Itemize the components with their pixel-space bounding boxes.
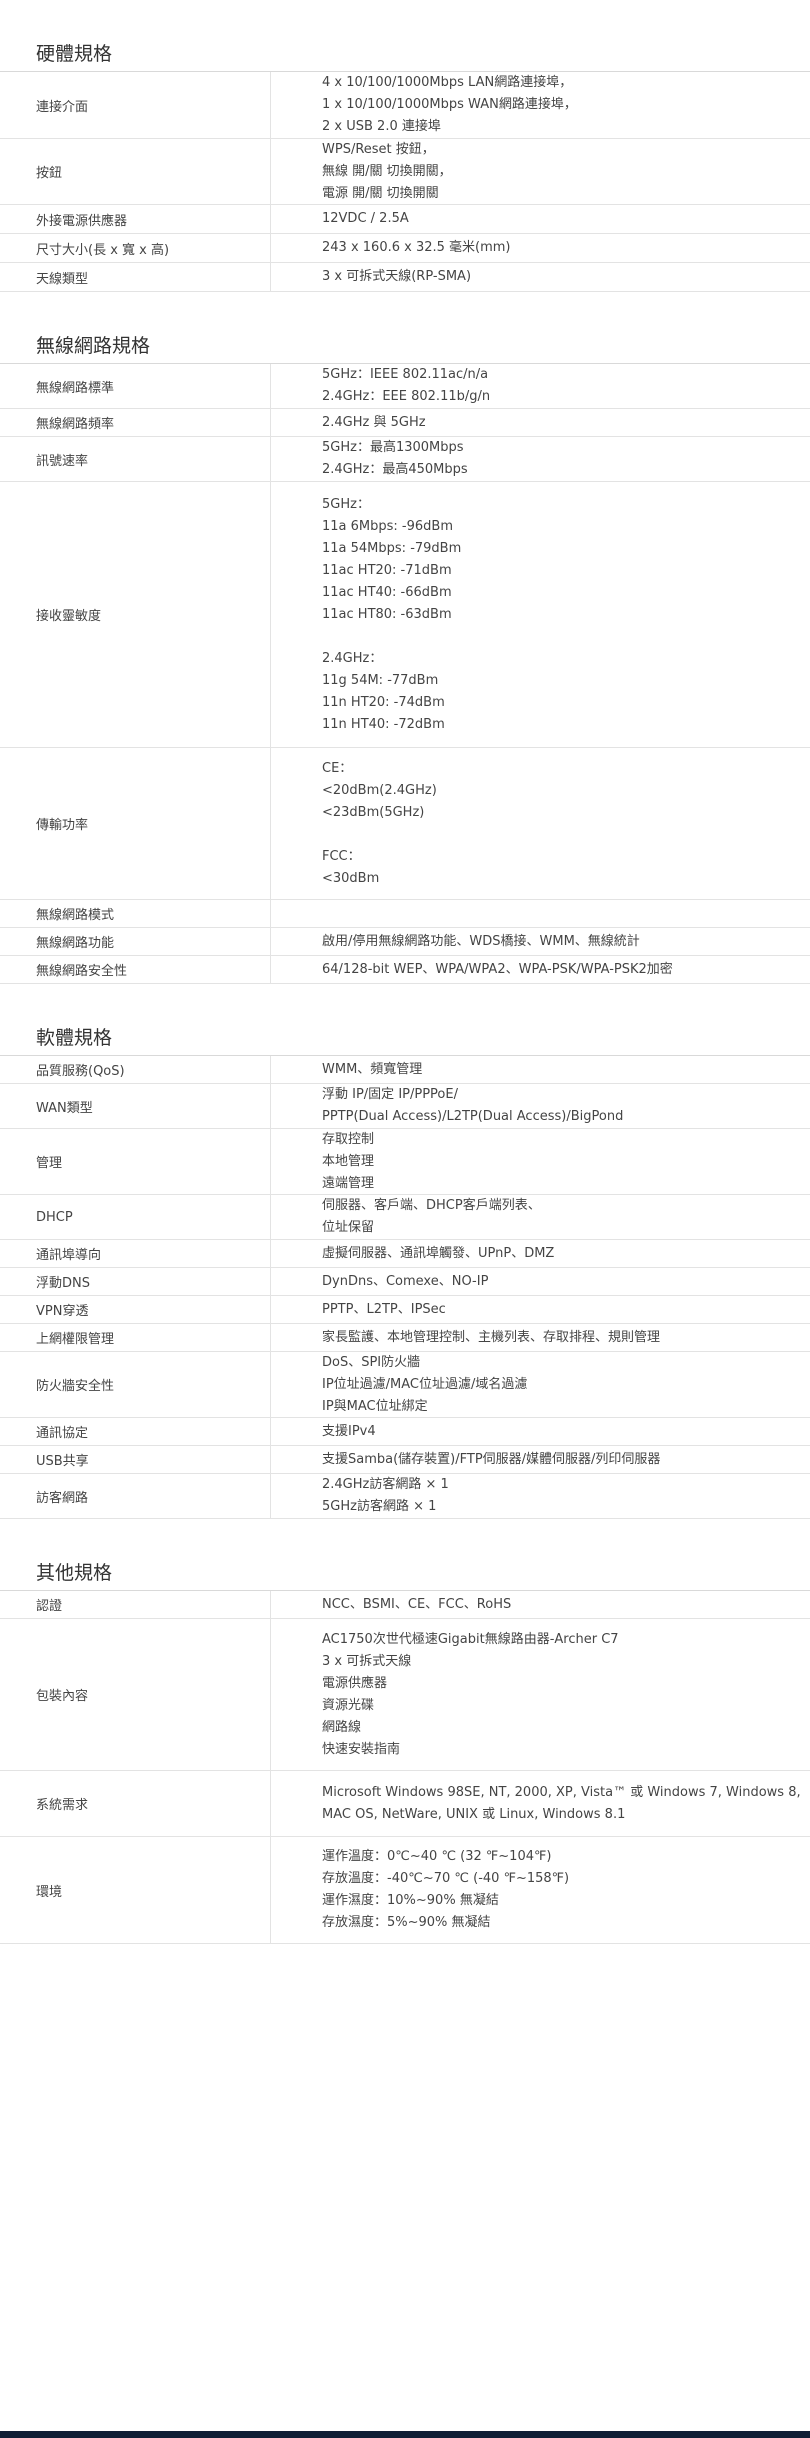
row-label: 無線網路模式: [0, 900, 271, 927]
row-label: 無線網路功能: [0, 928, 271, 955]
row-label: 連接介面: [0, 72, 271, 138]
table-row: 上網權限管理 家長監護、本地管理控制、主機列表、存取排程、規則管理: [0, 1324, 810, 1352]
row-label: 浮動DNS: [0, 1268, 271, 1295]
table-row: 認證 NCC、BSMI、CE、FCC、RoHS: [0, 1591, 810, 1619]
row-value: [271, 900, 810, 927]
row-value: 存取控制 本地管理 遠端管理: [322, 1131, 375, 1191]
table-row: 訊號速率 5GHz：最高1300Mbps 2.4GHz：最高450Mbps: [0, 437, 810, 482]
row-value: NCC、BSMI、CE、FCC、RoHS: [322, 1596, 512, 1612]
table-row: 連接介面 4 x 10/100/1000Mbps LAN網路連接埠， 1 x 1…: [0, 72, 810, 139]
section-title: 軟體規格: [0, 1020, 810, 1056]
table-row: 無線網路標準 5GHz：IEEE 802.11ac/n/a 2.4GHz：EEE…: [0, 364, 810, 409]
row-label: 通訊協定: [0, 1418, 271, 1445]
table-row: 品質服務(QoS) WMM、頻寬管理: [0, 1056, 810, 1084]
section-wireless: 無線網路規格 無線網路標準 5GHz：IEEE 802.11ac/n/a 2.4…: [0, 328, 810, 984]
row-value: 支援Samba(儲存裝置)/FTP伺服器/媒體伺服器/列印伺服器: [322, 1451, 661, 1467]
table-row: 防火牆安全性 DoS、SPI防火牆 IP位址過濾/MAC位址過濾/域名過濾 IP…: [0, 1352, 810, 1418]
row-label: 訪客網路: [0, 1474, 271, 1518]
row-label: VPN穿透: [0, 1296, 271, 1323]
table-row: 無線網路安全性 64/128-bit WEP、WPA/WPA2、WPA-PSK/…: [0, 956, 810, 984]
row-label: WAN類型: [0, 1084, 271, 1128]
row-label: 傳輸功率: [0, 748, 271, 899]
row-label: 尺寸大小(長 x 寬 x 高): [0, 234, 271, 262]
table-row: 按鈕 WPS/Reset 按鈕， 無線 開/關 切換開關， 電源 開/關 切換開…: [0, 139, 810, 205]
row-label: 防火牆安全性: [0, 1352, 271, 1417]
table-row: 接收靈敏度 5GHz： 11a 6Mbps: -96dBm 11a 54Mbps…: [0, 482, 810, 748]
row-label: 環境: [0, 1837, 271, 1943]
row-value: AC1750次世代極速Gigabit無線路由器-Archer C7 3 x 可拆…: [322, 1631, 619, 1757]
table-row: 外接電源供應器 12VDC / 2.5A: [0, 205, 810, 234]
table-row: 環境 運作溫度：0℃~40 ℃ (32 ℉~104℉) 存放溫度：-40℃~70…: [0, 1837, 810, 1944]
row-label: 品質服務(QoS): [0, 1056, 271, 1083]
bottom-bar: [0, 2431, 810, 2438]
row-value: 243 x 160.6 x 32.5 毫米(mm): [322, 240, 511, 255]
section-title: 無線網路規格: [0, 328, 810, 364]
row-value: 支援IPv4: [322, 1423, 376, 1439]
row-value: 5GHz：IEEE 802.11ac/n/a 2.4GHz：EEE 802.11…: [322, 367, 491, 404]
row-value: 64/128-bit WEP、WPA/WPA2、WPA-PSK/WPA-PSK2…: [322, 961, 673, 977]
row-value: 4 x 10/100/1000Mbps LAN網路連接埠， 1 x 10/100…: [322, 75, 577, 134]
table-row: 浮動DNS DynDns、Comexe、NO-IP: [0, 1268, 810, 1296]
row-value: 家長監護、本地管理控制、主機列表、存取排程、規則管理: [322, 1329, 661, 1345]
section-title: 硬體規格: [0, 36, 810, 72]
section-hardware: 硬體規格 連接介面 4 x 10/100/1000Mbps LAN網路連接埠， …: [0, 36, 810, 292]
table-row: 尺寸大小(長 x 寬 x 高) 243 x 160.6 x 32.5 毫米(mm…: [0, 234, 810, 263]
table-row: DHCP 伺服器、客戶端、DHCP客戶端列表、 位址保留: [0, 1195, 810, 1240]
row-label: 認證: [0, 1591, 271, 1618]
row-value: 5GHz：最高1300Mbps 2.4GHz：最高450Mbps: [322, 440, 468, 477]
row-value: 3 x 可拆式天線(RP-SMA): [322, 269, 472, 284]
row-value: 2.4GHz訪客網路 × 1 5GHz訪客網路 × 1: [322, 1477, 449, 1514]
row-label: 外接電源供應器: [0, 205, 271, 233]
row-value: WPS/Reset 按鈕， 無線 開/關 切換開關， 電源 開/關 切換開關: [322, 141, 452, 201]
table-row: WAN類型 浮動 IP/固定 IP/PPPoE/ PPTP(Dual Acces…: [0, 1084, 810, 1129]
row-value: 2.4GHz 與 5GHz: [322, 414, 426, 430]
table-row: 系統需求 Microsoft Windows 98SE, NT, 2000, X…: [0, 1771, 810, 1837]
table-row: 傳輸功率 CE： <20dBm(2.4GHz) <23dBm(5GHz) FCC…: [0, 748, 810, 900]
table-row: USB共享 支援Samba(儲存裝置)/FTP伺服器/媒體伺服器/列印伺服器: [0, 1446, 810, 1474]
table-row: 訪客網路 2.4GHz訪客網路 × 1 5GHz訪客網路 × 1: [0, 1474, 810, 1519]
row-value: CE： <20dBm(2.4GHz) <23dBm(5GHz) FCC： <30…: [322, 760, 437, 886]
table-row: 包裝內容 AC1750次世代極速Gigabit無線路由器-Archer C7 3…: [0, 1619, 810, 1771]
table-row: 無線網路功能 啟用/停用無線網路功能、WDS橋接、WMM、無線統計: [0, 928, 810, 956]
row-label: 上網權限管理: [0, 1324, 271, 1351]
row-value: DoS、SPI防火牆 IP位址過濾/MAC位址過濾/域名過濾 IP與MAC位址綁…: [322, 1354, 528, 1414]
row-label: 訊號速率: [0, 437, 271, 481]
row-value: 虛擬伺服器、通訊埠觸發、UPnP、DMZ: [322, 1245, 555, 1261]
table-row: 無線網路頻率 2.4GHz 與 5GHz: [0, 409, 810, 437]
row-value: 5GHz： 11a 6Mbps: -96dBm 11a 54Mbps: -79d…: [322, 496, 462, 732]
row-label: 通訊埠導向: [0, 1240, 271, 1267]
table-row: VPN穿透 PPTP、L2TP、IPSec: [0, 1296, 810, 1324]
row-label: 天線類型: [0, 263, 271, 291]
table-row: 通訊協定 支援IPv4: [0, 1418, 810, 1446]
row-label: DHCP: [0, 1195, 271, 1239]
table-row: 天線類型 3 x 可拆式天線(RP-SMA): [0, 263, 810, 292]
row-label: 管理: [0, 1129, 271, 1194]
row-label: 按鈕: [0, 139, 271, 204]
row-label: USB共享: [0, 1446, 271, 1473]
row-value: DynDns、Comexe、NO-IP: [322, 1273, 489, 1289]
row-value: 運作溫度：0℃~40 ℃ (32 ℉~104℉) 存放溫度：-40℃~70 ℃ …: [322, 1849, 570, 1930]
row-label: 無線網路頻率: [0, 409, 271, 436]
row-label: 系統需求: [0, 1771, 271, 1836]
row-value: 12VDC / 2.5A: [322, 211, 409, 226]
row-value: Microsoft Windows 98SE, NT, 2000, XP, Vi…: [322, 1784, 801, 1822]
row-label: 包裝內容: [0, 1619, 271, 1770]
section-other: 其他規格 認證 NCC、BSMI、CE、FCC、RoHS 包裝內容 AC1750…: [0, 1555, 810, 1944]
table-row: 無線網路模式: [0, 900, 810, 928]
row-label: 接收靈敏度: [0, 482, 271, 747]
spec-page: 硬體規格 連接介面 4 x 10/100/1000Mbps LAN網路連接埠， …: [0, 36, 810, 2431]
row-value: 浮動 IP/固定 IP/PPPoE/ PPTP(Dual Access)/L2T…: [322, 1087, 624, 1124]
section-software: 軟體規格 品質服務(QoS) WMM、頻寬管理 WAN類型 浮動 IP/固定 I…: [0, 1020, 810, 1519]
table-row: 通訊埠導向 虛擬伺服器、通訊埠觸發、UPnP、DMZ: [0, 1240, 810, 1268]
row-label: 無線網路標準: [0, 364, 271, 408]
table-row: 管理 存取控制 本地管理 遠端管理: [0, 1129, 810, 1195]
row-value: 伺服器、客戶端、DHCP客戶端列表、 位址保留: [322, 1198, 541, 1235]
row-value: PPTP、L2TP、IPSec: [322, 1301, 446, 1317]
row-value: 啟用/停用無線網路功能、WDS橋接、WMM、無線統計: [322, 933, 640, 949]
row-label: 無線網路安全性: [0, 956, 271, 983]
section-title: 其他規格: [0, 1555, 810, 1591]
row-value: WMM、頻寬管理: [322, 1061, 423, 1077]
